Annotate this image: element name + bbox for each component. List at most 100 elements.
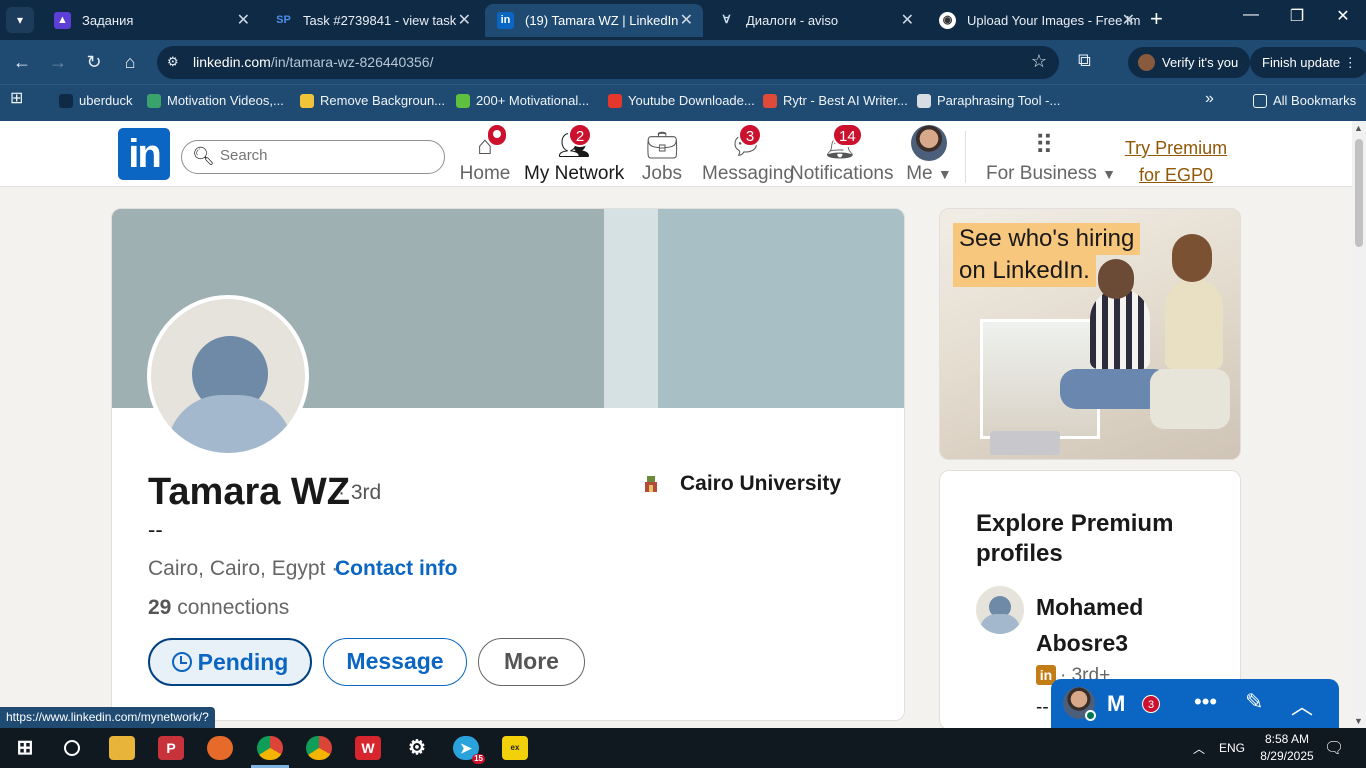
tab-title: Upload Your Images - Free Im (967, 13, 1141, 28)
more-options-icon[interactable]: ••• (1194, 689, 1217, 715)
browser-tab[interactable]: ▲ Задания ✕ (42, 4, 260, 37)
notification-center-icon[interactable]: 🗨︎ (1324, 738, 1344, 758)
tab-search-chevron-icon[interactable]: ▾ (6, 7, 34, 33)
tab-close-icon[interactable]: ✕ (237, 4, 250, 37)
verify-profile-button[interactable]: Verify it's you (1128, 47, 1251, 78)
ad-headline-line1: See who's hiring (953, 223, 1141, 255)
finish-update-button[interactable]: Finish update ⋮ (1250, 47, 1366, 78)
search-box[interactable]: 🔍︎ (181, 140, 445, 174)
close-window-icon[interactable]: ✕ (1320, 6, 1366, 26)
bookmarks-bar: ⊞ uberduck Motivation Videos,... Remove … (0, 84, 1366, 121)
nav-me[interactable]: Me ▼ (902, 121, 956, 187)
address-bar[interactable]: ⚙ linkedin.com/in/tamara-wz-826440356/ ☆ (157, 46, 1059, 79)
firefox-icon[interactable] (207, 736, 233, 760)
tab-close-icon[interactable]: ✕ (458, 4, 471, 37)
nav-divider (965, 131, 966, 183)
nav-jobs[interactable]: 💼︎ Jobs (640, 121, 684, 187)
new-tab-icon[interactable]: + (1150, 6, 1163, 32)
nav-home[interactable]: ⌂ Home (458, 121, 512, 187)
tab-close-icon[interactable]: ✕ (1122, 4, 1135, 37)
clock-icon (171, 652, 192, 672)
nav-for-business[interactable]: ⠿ For Business ▼ (986, 121, 1116, 187)
search-circle-icon[interactable] (59, 736, 85, 760)
nav-my-network[interactable]: 👥︎ 2 My Network (524, 121, 624, 187)
messaging-title: M (1107, 691, 1126, 716)
bookmark-star-icon[interactable]: ☆ (1031, 51, 1047, 72)
all-bookmarks-folder[interactable]: All Bookmarks (1253, 93, 1356, 109)
forward-icon[interactable]: → (46, 50, 70, 74)
exness-icon[interactable]: ex (502, 736, 528, 760)
browser-tab[interactable]: SP Task #2739841 - view task ✕ (263, 4, 481, 37)
messaging-overlay-bar[interactable]: M 3 ••• ✎ ︿ (1051, 679, 1339, 728)
url-text[interactable]: linkedin.com/in/tamara-wz-826440356/ (193, 54, 433, 70)
bookmark-item[interactable]: uberduck (59, 93, 132, 109)
contact-info-link[interactable]: Contact info (335, 557, 457, 581)
network-badge: 2 (568, 123, 592, 147)
pending-button[interactable]: Pending (148, 638, 312, 686)
browser-tab[interactable]: ◉ Upload Your Images - Free Im ✕ (927, 4, 1145, 37)
bookmark-item[interactable]: Youtube Downloade... (608, 93, 755, 109)
bookmark-icon (608, 94, 622, 108)
telegram-badge: 15 (472, 754, 485, 764)
tab-favicon-icon: ∀ (722, 14, 731, 26)
file-explorer-icon[interactable] (109, 736, 135, 760)
nav-messaging[interactable]: 💬︎ 3 Messaging (702, 121, 794, 187)
home-notification-dot (486, 123, 508, 147)
scrollbar-thumb[interactable] (1355, 139, 1363, 247)
scroll-down-icon[interactable]: ▼ (1354, 716, 1363, 726)
clock-time: 8:58 AM (1264, 732, 1310, 746)
folder-icon (1253, 94, 1267, 108)
bookmark-item[interactable]: Paraphrasing Tool -... (917, 93, 1060, 109)
settings-gear-icon[interactable]: ⚙ (404, 736, 430, 760)
bookmark-item[interactable]: Motivation Videos,... (147, 93, 284, 109)
telegram-icon[interactable]: ➤ 15 (453, 736, 485, 764)
briefcase-icon: 💼︎ (645, 130, 679, 160)
notifications-badge: 14 (832, 123, 863, 147)
more-button[interactable]: More (478, 638, 585, 686)
extensions-icon[interactable]: ⧉ (1078, 50, 1091, 71)
apps-grid-icon[interactable]: ⊞ (10, 91, 23, 107)
tab-close-icon[interactable]: ✕ (680, 4, 693, 37)
language-indicator[interactable]: ENG (1219, 741, 1245, 755)
minimize-icon[interactable]: — (1228, 6, 1274, 24)
linkedin-logo[interactable]: in (118, 128, 170, 180)
restore-icon[interactable]: ❐ (1274, 6, 1320, 26)
compose-icon[interactable]: ✎ (1245, 689, 1263, 715)
search-icon: 🔍︎ (192, 146, 215, 166)
browser-tab-active[interactable]: in (19) Tamara WZ | LinkedIn ✕ (485, 4, 703, 37)
profile-top-card: Tamara WZ · 3rd -- Cairo, Cairo, Egypt ·… (111, 208, 905, 721)
bookmarks-overflow-icon[interactable]: » (1205, 91, 1214, 107)
windows-start-icon[interactable]: ⊞ (12, 736, 38, 760)
verify-label: Verify it's you (1162, 55, 1239, 70)
chrome-icon[interactable] (306, 736, 332, 760)
suggested-profile-name[interactable]: Mohamed Abosre3 (1036, 589, 1216, 661)
profile-photo[interactable] (147, 295, 309, 457)
powerpoint-icon[interactable]: P (158, 736, 184, 760)
bookmark-item[interactable]: 200+ Motivational... (456, 93, 589, 109)
clock[interactable]: 8:58 AM 8/29/2025 (1256, 732, 1318, 763)
clock-date: 8/29/2025 (1260, 749, 1314, 763)
tray-overflow-chevron-icon[interactable]: ︿ (1193, 740, 1205, 757)
scroll-up-icon[interactable]: ▲ (1354, 123, 1363, 133)
site-info-icon[interactable]: ⚙ (167, 54, 179, 70)
bookmark-item[interactable]: Rytr - Best AI Writer... (763, 93, 908, 109)
browser-tab[interactable]: ∀ Диалоги - aviso ✕ (706, 4, 924, 37)
suggested-profile-avatar[interactable] (976, 586, 1024, 634)
home-icon[interactable]: ⌂ (118, 50, 142, 74)
tab-close-icon[interactable]: ✕ (901, 4, 914, 37)
back-icon[interactable]: ← (10, 50, 34, 74)
chrome-icon[interactable] (251, 736, 289, 768)
reload-icon[interactable]: ↻ (82, 50, 106, 74)
wps-office-icon[interactable]: W (355, 736, 381, 760)
message-button[interactable]: Message (323, 638, 467, 686)
page-scrollbar[interactable]: ▲ ▼ (1352, 121, 1366, 728)
me-avatar (911, 125, 947, 161)
hiring-ad-banner[interactable]: See who's hiring on LinkedIn. (939, 208, 1241, 460)
try-premium-link[interactable]: Try Premium for EGP0 (1120, 135, 1232, 189)
chevron-up-icon[interactable]: ︿ (1291, 689, 1313, 721)
search-input[interactable] (220, 147, 430, 164)
nav-notifications[interactable]: 🔔︎ 14 Notifications (790, 121, 894, 187)
bookmark-item[interactable]: Remove Backgroun... (300, 93, 445, 109)
caret-down-icon: ▼ (937, 166, 952, 182)
profile-avatar-icon (1138, 54, 1155, 71)
